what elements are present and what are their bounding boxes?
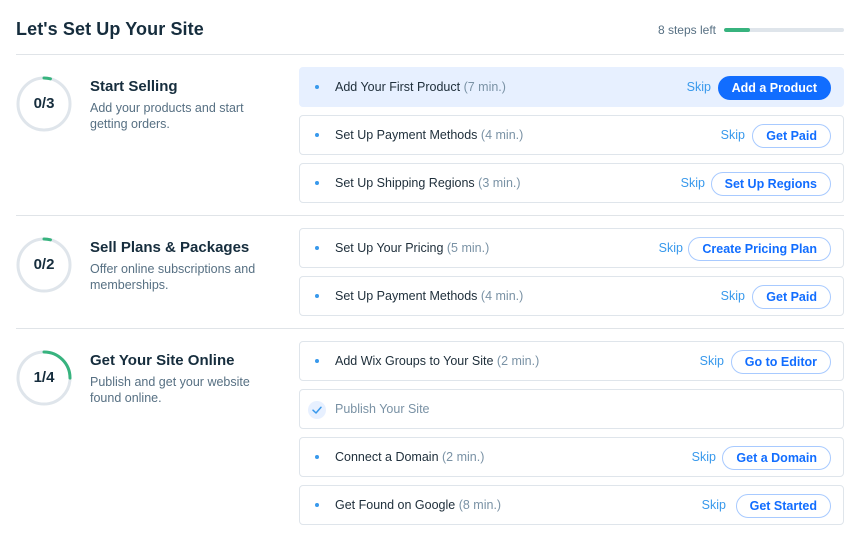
get-paid-button[interactable]: Get Paid [752,285,831,309]
bullet-icon [315,246,319,250]
bullet-icon [315,359,319,363]
skip-link[interactable]: Skip [700,354,724,368]
skip-link[interactable]: Skip [692,450,716,464]
task-label: Get Found on Google (8 min.) [335,498,502,512]
task-set-up-shipping-regions: Set Up Shipping Regions (3 min.) Skip Se… [299,163,844,203]
section-progress-ring: 0/2 [16,237,72,293]
section-progress-label: 0/3 [33,95,55,112]
task-add-first-product[interactable]: Add Your First Product (7 min.) Skip Add… [299,67,844,107]
overall-progress-bar [724,28,844,32]
checkmark-icon [308,401,326,419]
set-up-regions-button[interactable]: Set Up Regions [710,172,831,196]
bullet-icon [315,503,319,507]
add-a-product-button[interactable]: Add a Product [717,76,831,100]
skip-link[interactable]: Skip [687,80,711,94]
section-progress-label: 0/2 [33,256,55,273]
section-description: Offer online subscriptions and membershi… [90,262,256,292]
get-a-domain-button[interactable]: Get a Domain [722,446,831,470]
setup-header: Let's Set Up Your Site 8 steps left [16,0,844,55]
section-description: Publish and get your website found onlin… [90,375,250,405]
bullet-icon [315,133,319,137]
task-publish-your-site: Publish Your Site [299,389,844,429]
task-label: Set Up Payment Methods (4 min.) [335,128,524,142]
section-divider [16,328,844,329]
get-paid-button[interactable]: Get Paid [752,124,831,148]
bullet-icon [315,294,319,298]
task-set-up-payment-methods-2: Set Up Payment Methods (4 min.) Skip Get… [299,276,844,316]
steps-left-count: 8 steps left [657,23,716,37]
task-set-up-your-pricing: Set Up Your Pricing (5 min.) Skip Create… [299,228,844,268]
create-pricing-plan-button[interactable]: Create Pricing Plan [688,237,831,261]
overall-progress-fill [724,28,751,32]
skip-link[interactable]: Skip [659,241,683,255]
task-label: Publish Your Site [335,402,430,416]
task-label: Connect a Domain (2 min.) [335,450,485,464]
task-label: Add Your First Product (7 min.) [335,80,506,94]
page-title: Let's Set Up Your Site [16,19,204,39]
task-label: Add Wix Groups to Your Site (2 min.) [335,354,540,368]
get-started-button[interactable]: Get Started [735,494,831,518]
section-title: Get Your Site Online [90,352,235,369]
bullet-icon [315,181,319,185]
task-label: Set Up Your Pricing (5 min.) [335,241,490,255]
task-get-found-on-google: Get Found on Google (8 min.) Skip Get St… [299,485,844,525]
task-connect-a-domain: Connect a Domain (2 min.) Skip Get a Dom… [299,437,844,477]
task-add-wix-groups: Add Wix Groups to Your Site (2 min.) Ski… [299,341,844,381]
section-progress-ring: 0/3 [16,76,72,132]
section-description: Add your products and start getting orde… [90,101,244,131]
task-set-up-payment-methods: Set Up Payment Methods (4 min.) Skip Get… [299,115,844,155]
section-title: Sell Plans & Packages [90,239,250,256]
section-divider [16,215,844,216]
bullet-icon [315,85,319,89]
skip-link[interactable]: Skip [702,498,726,512]
task-label: Set Up Payment Methods (4 min.) [335,289,524,303]
skip-link[interactable]: Skip [721,128,745,142]
skip-link[interactable]: Skip [681,176,705,190]
skip-link[interactable]: Skip [721,289,745,303]
bullet-icon [315,455,319,459]
section-progress-ring: 1/4 [16,350,72,406]
section-progress-label: 1/4 [33,369,55,386]
section-title: Start Selling [90,78,178,95]
task-label: Set Up Shipping Regions (3 min.) [335,176,521,190]
go-to-editor-button[interactable]: Go to Editor [730,350,831,374]
